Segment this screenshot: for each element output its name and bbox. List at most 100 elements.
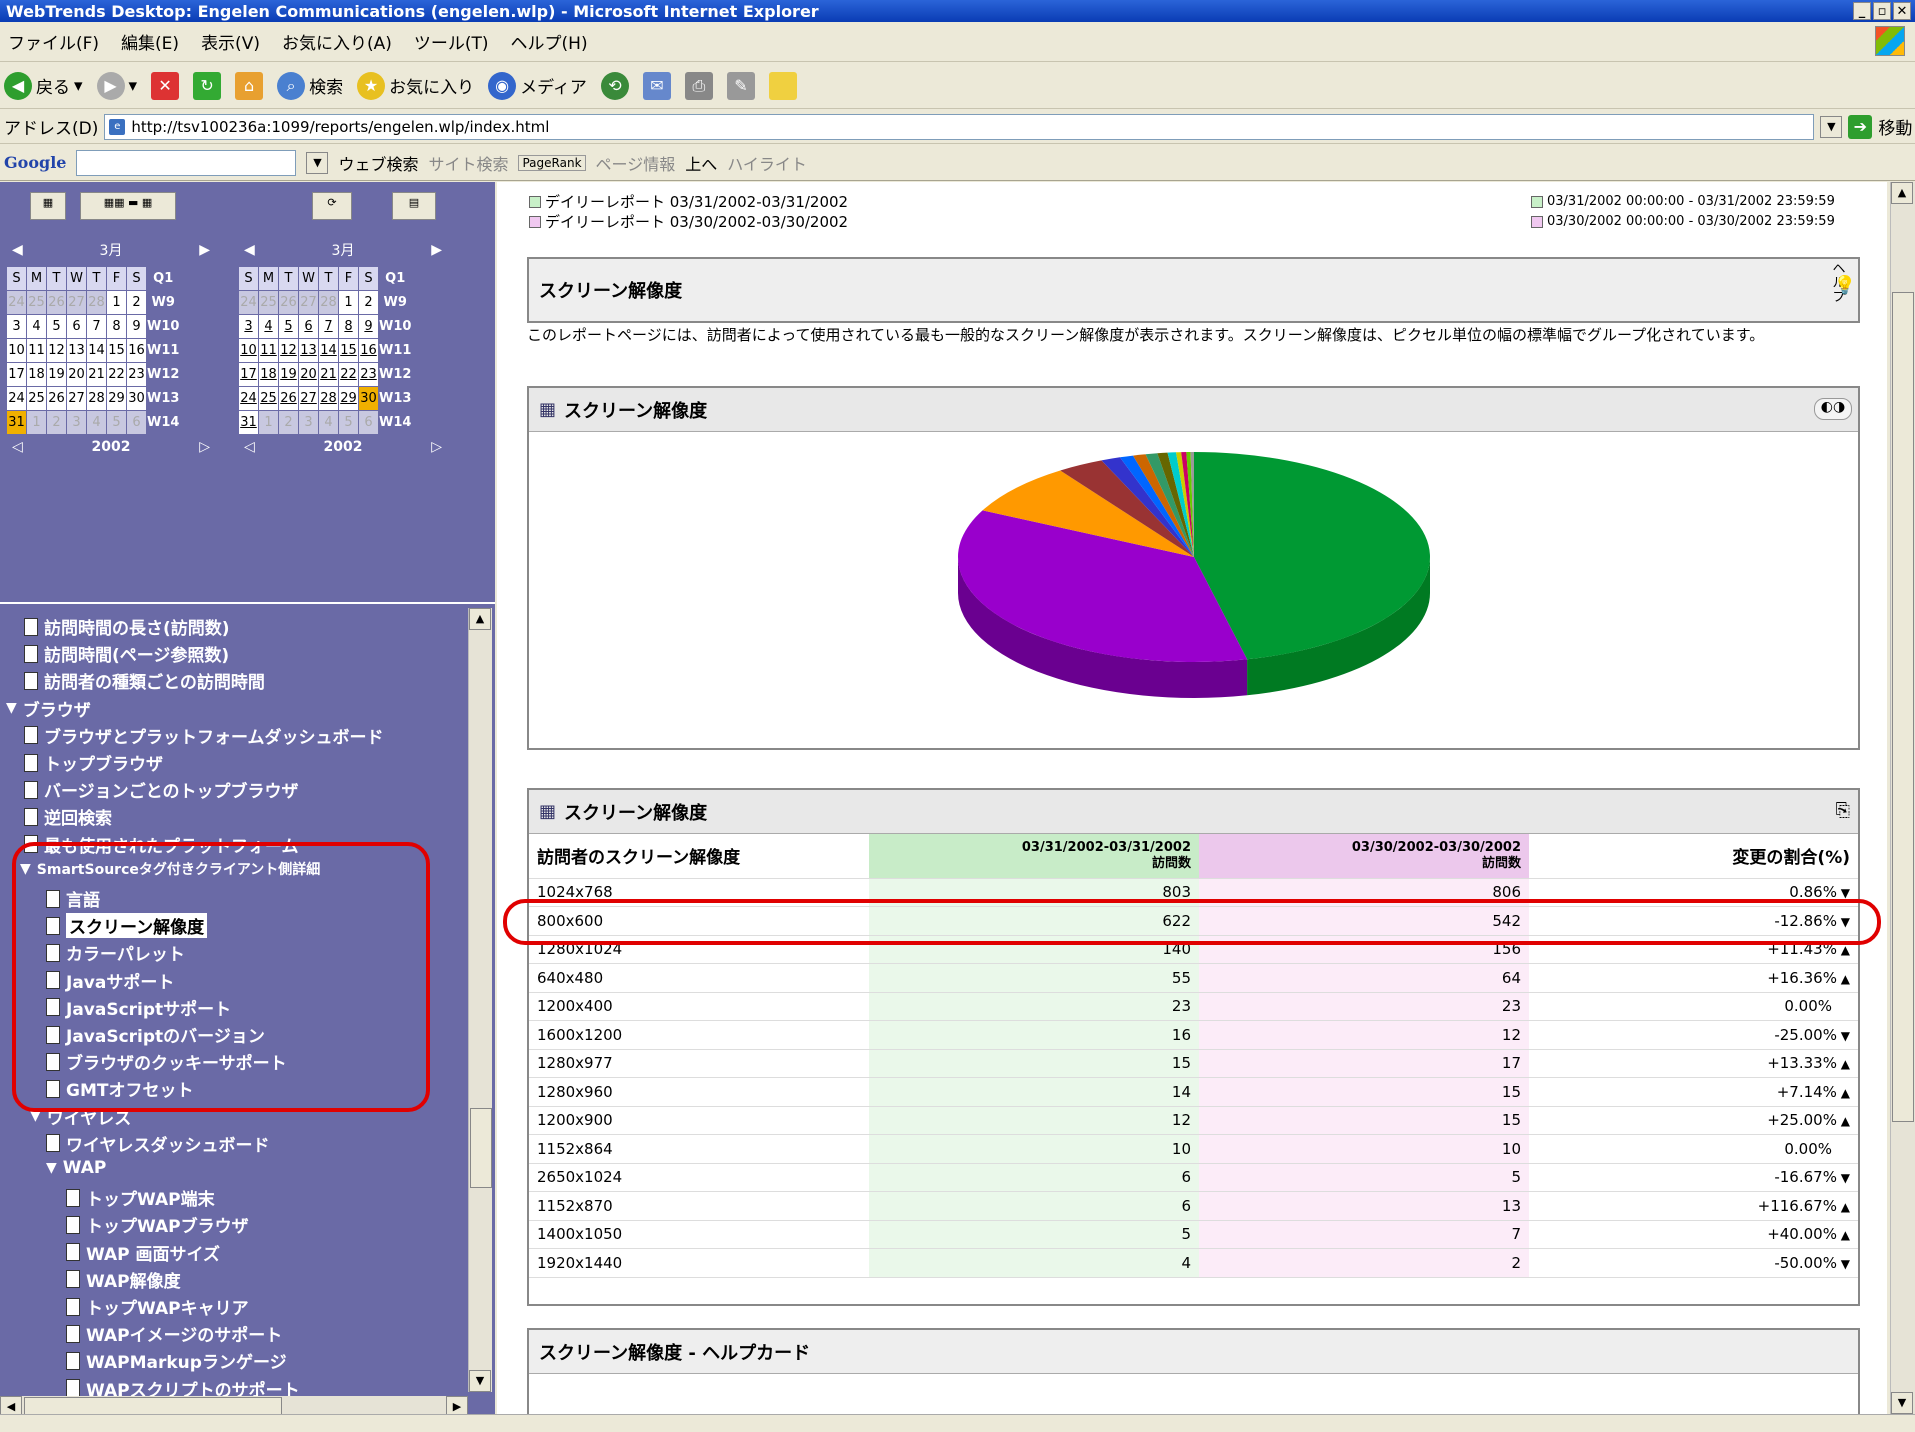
tree-scroll-down[interactable]: ▼ [469,1370,491,1392]
week-label[interactable]: W9 [377,290,413,315]
calendar-day[interactable]: 2 [358,290,379,315]
calendar-day[interactable]: 20 [298,362,319,387]
calendar-day[interactable]: 12 [278,338,299,363]
week-label[interactable]: W11 [377,338,413,363]
calendar-day[interactable]: 29 [338,386,359,411]
menu-help[interactable]: ヘルプ(H) [511,29,588,54]
calendar-day[interactable]: 19 [46,362,67,387]
home-icon[interactable]: ⌂ [235,71,264,100]
cal-left-prev-year[interactable]: ◁ [12,439,23,455]
calendar-day[interactable]: 11 [258,338,279,363]
week-label[interactable]: W13 [145,386,181,411]
chart-type-toggle-icon[interactable]: ◐◑ [1814,398,1852,420]
table-row[interactable]: 1280x977 15 17 +13.33% ▲ [529,1049,1858,1078]
calendar-day[interactable]: 14 [86,338,107,363]
tree-item[interactable]: トップWAPブラウザ [66,1212,249,1237]
menu-tools[interactable]: ツール(T) [414,29,489,54]
calendar-day[interactable]: 24 [6,386,27,411]
calendar-day[interactable]: 30 [126,386,147,411]
close-button[interactable]: ✕ [1893,2,1911,20]
print-icon[interactable]: ⎙ [684,71,713,100]
calendar-day[interactable]: 12 [46,338,67,363]
google-search-input[interactable] [76,149,297,176]
address-input[interactable]: e http://tsv100236a:1099/reports/engelen… [104,113,1815,140]
note-icon[interactable] [768,71,797,100]
view-single-button[interactable]: ▦ [30,192,66,220]
cal-left-next[interactable]: ▶ [199,242,210,258]
calendar-day[interactable]: 18 [258,362,279,387]
week-label[interactable]: W13 [377,386,413,411]
calendar-day[interactable]: 19 [278,362,299,387]
week-label[interactable]: W14 [145,410,181,435]
calendar-day[interactable]: 22 [106,362,127,387]
calendar-day[interactable]: 18 [26,362,47,387]
calendar-day[interactable]: 15 [106,338,127,363]
table-row[interactable]: 1400x1050 5 7 +40.00% ▲ [529,1220,1858,1249]
week-label[interactable]: W10 [145,314,181,339]
tree-item[interactable]: WAPMarkupランゲージ [66,1348,287,1373]
calendar-day[interactable]: 11 [26,338,47,363]
table-row[interactable]: 1200x400 23 23 0.00% [529,992,1858,1021]
calendar-day[interactable]: 5 [338,410,359,435]
tree-item[interactable]: ワイヤレスダッシュボード [46,1131,270,1156]
cal-left-next-year[interactable]: ▷ [199,439,210,455]
tree-item[interactable]: 訪問者の種類ごとの訪問時間 [24,668,265,693]
calendar-day[interactable]: 27 [298,290,319,315]
tree-item[interactable]: トップブラウザ [24,750,163,775]
calendar-day[interactable]: 10 [238,338,259,363]
google-dropdown[interactable]: ▼ [306,151,329,174]
favorites-button[interactable]: ★ お気に入り [357,71,474,100]
cal-right-prev[interactable]: ◀ [244,242,255,258]
calendar-day[interactable]: 16 [126,338,147,363]
google-highlight[interactable]: ハイライト [727,151,807,175]
table-row[interactable]: 1152x864 10 10 0.00% [529,1134,1858,1164]
mail-icon[interactable]: ✉ [642,71,671,100]
calendar-day[interactable]: 27 [66,290,87,315]
calendar-day[interactable]: 7 [318,314,339,339]
cal-right-prev-year[interactable]: ◁ [244,439,255,455]
menu-edit[interactable]: 編集(E) [121,29,179,54]
calendar-day[interactable]: 3 [238,314,259,339]
calendar-day[interactable]: 25 [258,290,279,315]
table-row[interactable]: 2650x1024 6 5 -16.67% ▼ [529,1163,1858,1192]
export-icon[interactable]: ⎘ [1836,800,1850,821]
week-label[interactable]: W9 [145,290,181,315]
calendar-day[interactable]: 2 [126,290,147,315]
tree-item[interactable]: トップWAP端末 [66,1185,215,1210]
calendar-day[interactable]: 2 [46,410,67,435]
google-site-search[interactable]: サイト検索 [428,151,508,175]
header-resolution[interactable]: 訪問者のスクリーン解像度 [529,834,869,879]
calendar-day[interactable]: 31 [6,410,27,435]
calendar-day[interactable]: 4 [86,410,107,435]
back-button[interactable]: ◀ 戻る ▾ [4,71,83,100]
google-page-info[interactable]: ページ情報 [596,151,676,175]
calendar-day[interactable]: 17 [238,362,259,387]
menu-file[interactable]: ファイル(F) [8,29,99,54]
tree-hscrollbar[interactable]: ◀ ▶ [0,1396,468,1418]
table-row[interactable]: 1280x960 14 15 +7.14% ▲ [529,1077,1858,1107]
calendar-day[interactable]: 24 [238,290,259,315]
header-visits-a[interactable]: 03/31/2002-03/31/2002 訪問数 [869,834,1199,879]
calendar-day[interactable]: 6 [126,410,147,435]
tree-scrollbar[interactable]: ▲ ▼ [468,608,492,1392]
calendar-day[interactable]: 16 [358,338,379,363]
google-web-search[interactable]: ウェブ検索 [338,151,418,175]
calendar-day[interactable]: 9 [358,314,379,339]
search-button[interactable]: ⌕ 検索 [277,71,343,100]
calendar-day[interactable]: 3 [66,410,87,435]
tree-item[interactable]: WAP 画面サイズ [66,1240,220,1265]
calendar-settings-button[interactable]: ▤ [392,192,436,220]
calendar-day[interactable]: 28 [86,290,107,315]
view-range-button[interactable]: ▦▦ ▬ ▦ [80,192,176,220]
menu-favorites[interactable]: お気に入り(A) [282,29,392,54]
calendar-day[interactable]: 7 [86,314,107,339]
content-scroll-up[interactable]: ▲ [1891,182,1913,204]
calendar-day[interactable]: 28 [86,386,107,411]
calendar-day[interactable]: 20 [66,362,87,387]
tree-scroll-thumb[interactable] [470,1108,492,1188]
calendar-day[interactable]: 14 [318,338,339,363]
menu-view[interactable]: 表示(V) [201,29,260,54]
media-button[interactable]: ◉ メディア [488,71,587,100]
calendar-day[interactable]: 1 [258,410,279,435]
stop-icon[interactable]: ✕ [151,71,180,100]
